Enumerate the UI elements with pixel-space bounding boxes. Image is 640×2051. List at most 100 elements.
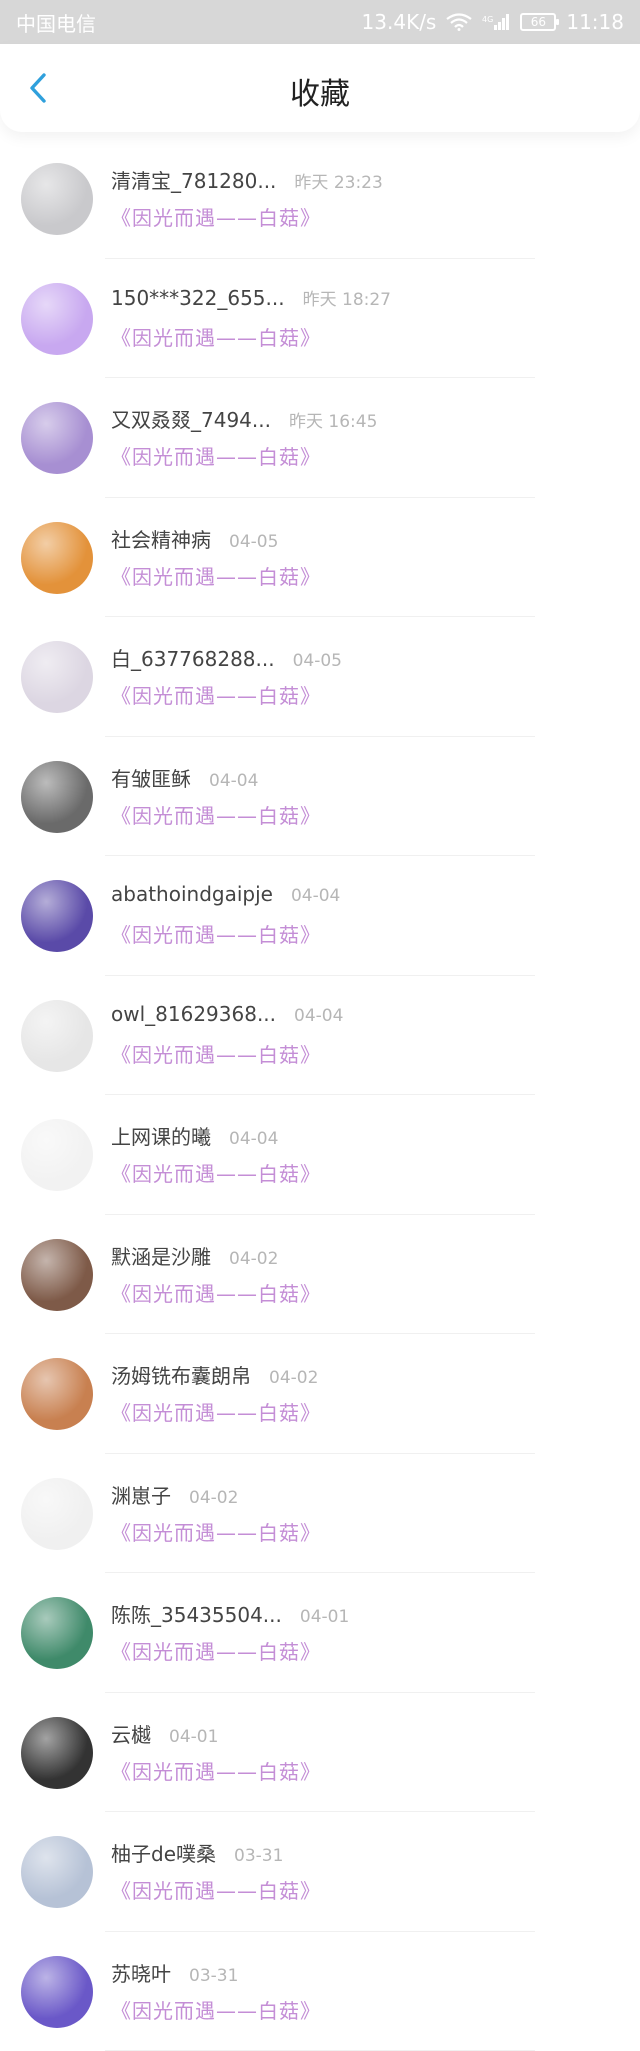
collection-title[interactable]: 《因光而遇——白菇》: [111, 1636, 321, 1665]
battery-icon: 66: [520, 13, 556, 31]
collection-title[interactable]: 《因光而遇——白菇》: [111, 1517, 321, 1546]
timestamp: 04-04: [229, 1129, 278, 1149]
item-meta: 柚子de噗桑 03-31: [111, 1838, 283, 1867]
username[interactable]: 又双叒叕_7494...: [111, 404, 271, 433]
timestamp: 04-04: [291, 886, 340, 906]
username[interactable]: 白_637768288...: [111, 643, 275, 672]
status-bar: 中国电信 13.4K/s 4G 66 11:18: [0, 0, 640, 44]
timestamp: 03-31: [234, 1846, 283, 1866]
carrier-label: 中国电信: [16, 8, 96, 37]
username[interactable]: 云樾: [111, 1719, 151, 1748]
avatar[interactable]: [21, 163, 93, 235]
item-meta: 清清宝_781280... 昨天 23:23: [111, 165, 383, 194]
collection-title[interactable]: 《因光而遇——白菇》: [111, 1397, 321, 1426]
collection-title[interactable]: 《因光而遇——白菇》: [111, 1995, 321, 2024]
timestamp: 昨天 23:23: [294, 168, 382, 193]
timestamp: 04-04: [209, 771, 258, 791]
item-meta: owl_81629368... 04-04: [111, 1002, 343, 1026]
timestamp: 04-05: [229, 532, 278, 552]
username[interactable]: 上网课的曦: [111, 1121, 211, 1150]
item-meta: abathoindgaipje 04-04: [111, 882, 340, 906]
item-meta: 上网课的曦 04-04: [111, 1121, 278, 1150]
username[interactable]: abathoindgaipje: [111, 882, 273, 906]
avatar[interactable]: [21, 283, 93, 355]
item-meta: 苏晓叶 03-31: [111, 1958, 238, 1987]
item-meta: 陈陈_35435504... 04-01: [111, 1599, 349, 1628]
collection-title[interactable]: 《因光而遇——白菇》: [111, 1278, 321, 1307]
network-speed: 13.4K/s: [362, 10, 437, 34]
username[interactable]: 150***322_655...: [111, 286, 285, 310]
list-item[interactable]: 150***322_655...昨天 18:27 《因光而遇——白菇》: [0, 259, 640, 379]
list-item[interactable]: 汤姆铣布囊朗帛 04-02 《因光而遇——白菇》: [0, 1334, 640, 1454]
avatar[interactable]: [21, 1597, 93, 1669]
avatar[interactable]: [21, 1000, 93, 1072]
collection-title[interactable]: 《因光而遇——白菇》: [111, 800, 321, 829]
username[interactable]: 有皱匪稣: [111, 763, 191, 792]
collection-title[interactable]: 《因光而遇——白菇》: [111, 680, 321, 709]
list-item[interactable]: 默涵是沙雕 04-02 《因光而遇——白菇》: [0, 1215, 640, 1335]
timestamp: 昨天 16:45: [289, 407, 377, 432]
list-item[interactable]: 又双叒叕_7494... 昨天 16:45 《因光而遇——白菇》: [0, 378, 640, 498]
list-item[interactable]: 渊崽子 04-02 《因光而遇——白菇》: [0, 1454, 640, 1574]
username[interactable]: 陈陈_35435504...: [111, 1599, 282, 1628]
timestamp: 03-31: [189, 1966, 238, 1986]
avatar[interactable]: [21, 761, 93, 833]
timestamp: 04-04: [294, 1006, 343, 1026]
collection-title[interactable]: 《因光而遇——白菇》: [111, 1756, 321, 1785]
timestamp: 04-02: [229, 1249, 278, 1269]
list-item[interactable]: 上网课的曦 04-04 《因光而遇——白菇》: [0, 1095, 640, 1215]
username[interactable]: 社会精神病: [111, 524, 211, 553]
username[interactable]: 柚子de噗桑: [111, 1838, 216, 1867]
avatar[interactable]: [21, 1239, 93, 1311]
list-item[interactable]: 苏晓叶 03-31 《因光而遇——白菇》: [0, 1932, 640, 2051]
timestamp: 04-05: [293, 651, 342, 671]
username[interactable]: owl_81629368...: [111, 1002, 276, 1026]
username[interactable]: 清清宝_781280...: [111, 165, 276, 194]
avatar[interactable]: [21, 880, 93, 952]
collection-title[interactable]: 《因光而遇——白菇》: [111, 1039, 321, 1068]
collection-title[interactable]: 《因光而遇——白菇》: [111, 322, 321, 351]
list-item[interactable]: 有皱匪稣 04-04 《因光而遇——白菇》: [0, 737, 640, 857]
avatar[interactable]: [21, 1836, 93, 1908]
avatar[interactable]: [21, 1478, 93, 1550]
page-title: 收藏: [0, 69, 640, 113]
username[interactable]: 汤姆铣布囊朗帛: [111, 1360, 251, 1389]
list-item[interactable]: 清清宝_781280... 昨天 23:23 《因光而遇——白菇》: [0, 139, 640, 259]
timestamp: 04-02: [269, 1368, 318, 1388]
username[interactable]: 苏晓叶: [111, 1958, 171, 1987]
wifi-icon: [446, 13, 472, 31]
item-meta: 默涵是沙雕 04-02: [111, 1241, 278, 1270]
avatar[interactable]: [21, 402, 93, 474]
item-meta: 云樾 04-01: [111, 1719, 218, 1748]
collection-title[interactable]: 《因光而遇——白菇》: [111, 919, 321, 948]
avatar[interactable]: [21, 522, 93, 594]
clock: 11:18: [566, 10, 624, 34]
favorites-list: 清清宝_781280...昨天 23:23《因光而遇——白菇》150***322…: [0, 139, 640, 2051]
list-item[interactable]: 陈陈_35435504... 04-01 《因光而遇——白菇》: [0, 1573, 640, 1693]
list-item[interactable]: abathoindgaipje 04-04 《因光而遇——白菇》: [0, 856, 640, 976]
collection-title[interactable]: 《因光而遇——白菇》: [111, 202, 321, 231]
timestamp: 04-01: [169, 1727, 218, 1747]
collection-title[interactable]: 《因光而遇——白菇》: [111, 441, 321, 470]
item-meta: 150***322_655...昨天 18:27: [111, 285, 391, 310]
list-item[interactable]: 云樾 04-01 《因光而遇——白菇》: [0, 1693, 640, 1813]
avatar[interactable]: [21, 1717, 93, 1789]
username[interactable]: 渊崽子: [111, 1480, 171, 1509]
list-item[interactable]: 社会精神病 04-05 《因光而遇——白菇》: [0, 498, 640, 618]
avatar[interactable]: [21, 641, 93, 713]
item-meta: 白_637768288... 04-05: [111, 643, 342, 672]
status-indicators: 13.4K/s 4G 66 11:18: [362, 10, 624, 34]
timestamp: 04-01: [300, 1607, 349, 1627]
list-item[interactable]: 柚子de噗桑 03-31 《因光而遇——白菇》: [0, 1812, 640, 1932]
collection-title[interactable]: 《因光而遇——白菇》: [111, 1875, 321, 1904]
list-item[interactable]: 白_637768288... 04-05 《因光而遇——白菇》: [0, 617, 640, 737]
item-meta: 汤姆铣布囊朗帛 04-02: [111, 1360, 318, 1389]
collection-title[interactable]: 《因光而遇——白菇》: [111, 1158, 321, 1187]
username[interactable]: 默涵是沙雕: [111, 1241, 211, 1270]
list-item[interactable]: owl_81629368... 04-04 《因光而遇——白菇》: [0, 976, 640, 1096]
top-bar: 收藏: [0, 44, 640, 132]
collection-title[interactable]: 《因光而遇——白菇》: [111, 561, 321, 590]
avatar[interactable]: [21, 1358, 93, 1430]
avatar[interactable]: [21, 1119, 93, 1191]
timestamp: 04-02: [189, 1488, 238, 1508]
